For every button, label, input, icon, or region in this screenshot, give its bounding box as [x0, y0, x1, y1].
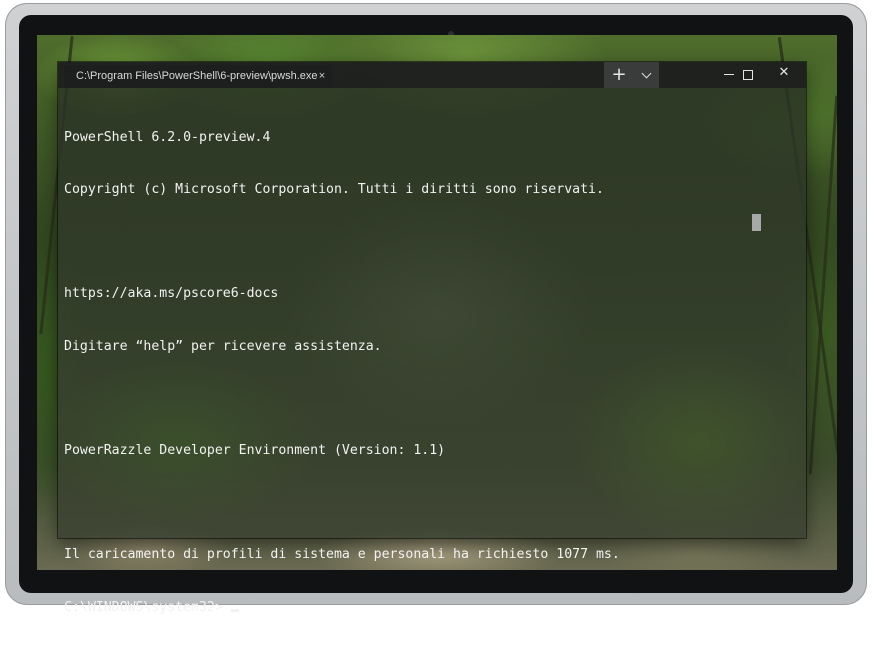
text-cursor — [230, 608, 239, 612]
new-tab-button[interactable]: + — [604, 62, 634, 88]
maximize-icon — [743, 70, 753, 80]
maximize-button[interactable] — [730, 62, 766, 88]
prompt-line[interactable]: C:\WINDOWS\system32> — [64, 599, 764, 616]
tab-pwsh[interactable]: C:\Program Files\PowerShell\6-preview\pw… — [64, 65, 332, 88]
console-line: https://aka.ms/pscore6-docs — [64, 286, 279, 302]
tab-title: C:\Program Files\PowerShell\6-preview\pw… — [76, 70, 318, 82]
console-line: Copyright (c) Microsoft Corporation. Tut… — [64, 182, 604, 198]
console-output[interactable]: PowerShell 6.2.0-preview.4 Copyright (c)… — [64, 94, 764, 651]
chevron-down-icon — [641, 68, 652, 79]
close-icon[interactable]: × — [315, 65, 329, 88]
scrollbar-thumb[interactable] — [752, 214, 761, 231]
close-window-icon: ✕ — [778, 65, 790, 80]
prompt-text: C:\WINDOWS\system32> — [64, 599, 231, 615]
console-line: PowerRazzle Developer Environment (Versi… — [64, 443, 446, 459]
new-tab-group: + — [604, 62, 659, 88]
terminal-window[interactable]: C:\Program Files\PowerShell\6-preview\pw… — [58, 62, 806, 615]
title-bar[interactable]: C:\Program Files\PowerShell\6-preview\pw… — [58, 62, 806, 88]
console-line: Il caricamento di profili di sistema e p… — [64, 547, 620, 563]
console-line: PowerShell 6.2.0-preview.4 — [64, 129, 271, 145]
new-tab-dropdown-button[interactable] — [635, 62, 659, 88]
console-line: Digitare “help” per ricevere assistenza. — [64, 338, 382, 354]
close-window-button[interactable]: ✕ — [766, 62, 802, 88]
